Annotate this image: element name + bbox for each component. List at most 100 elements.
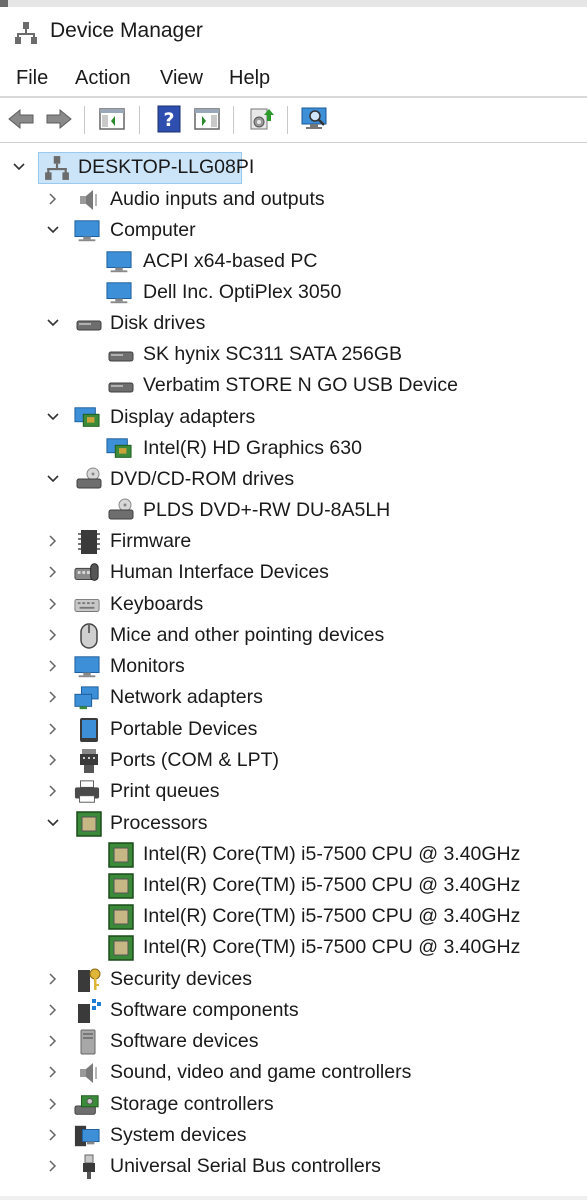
back-button[interactable]: [5, 104, 37, 134]
tree-item-security-devices[interactable]: Security devices: [0, 964, 587, 995]
tree-item-disk-drives[interactable]: Disk drives: [0, 308, 587, 339]
tree-item-label: Dell Inc. OptiPlex 3050: [143, 281, 342, 303]
tree-child-disk[interactable]: SK hynix SC311 SATA 256GB: [0, 339, 587, 370]
chevron-right-icon[interactable]: [44, 657, 62, 675]
show-hide-console-tree-button[interactable]: [96, 104, 128, 134]
menu-file[interactable]: File: [16, 67, 48, 90]
tree-item-label: Network adapters: [110, 686, 263, 708]
monitor-icon: [106, 251, 132, 273]
tree-item-dvd-drives[interactable]: DVD/CD-ROM drives: [0, 464, 587, 495]
chevron-right-icon[interactable]: [44, 1095, 62, 1113]
chevron-down-icon[interactable]: [44, 470, 62, 488]
scan-hardware-button[interactable]: [299, 104, 331, 134]
tree-item-label: Display adapters: [110, 406, 256, 428]
menu-bar: File Action View Help: [0, 59, 587, 97]
tree-root-label: DESKTOP-LLG08PI: [78, 156, 255, 178]
chevron-down-icon[interactable]: [44, 814, 62, 832]
chevron-right-icon[interactable]: [44, 532, 62, 550]
tree-child-processor[interactable]: Intel(R) Core(TM) i5-7500 CPU @ 3.40GHz: [0, 870, 587, 901]
chevron-right-icon[interactable]: [44, 626, 62, 644]
tree-child-disk[interactable]: Verbatim STORE N GO USB Device: [0, 370, 587, 401]
tree-item-computer[interactable]: Computer: [0, 215, 587, 246]
tree-item-system-devices[interactable]: System devices: [0, 1120, 587, 1151]
tree-item-label: Universal Serial Bus controllers: [110, 1155, 381, 1177]
tree-child-computer[interactable]: ACPI x64-based PC: [0, 246, 587, 277]
chevron-right-icon[interactable]: [44, 782, 62, 800]
tree-item-print-queues[interactable]: Print queues: [0, 776, 587, 807]
chevron-right-icon[interactable]: [44, 970, 62, 988]
chevron-right-icon[interactable]: [44, 190, 62, 208]
tree-item-portable-devices[interactable]: Portable Devices: [0, 714, 587, 745]
chevron-right-icon[interactable]: [44, 1126, 62, 1144]
tree-item-ports[interactable]: Ports (COM & LPT): [0, 745, 587, 776]
tree-item-monitors[interactable]: Monitors: [0, 651, 587, 682]
tree-item-software-components[interactable]: Software components: [0, 995, 587, 1026]
tree-item-label: System devices: [110, 1124, 247, 1146]
tree-item-keyboards[interactable]: Keyboards: [0, 589, 587, 620]
chevron-right-icon[interactable]: [44, 1032, 62, 1050]
console-tree-icon: [99, 108, 125, 130]
tree-item-mice[interactable]: Mice and other pointing devices: [0, 620, 587, 651]
tree-item-hid[interactable]: Human Interface Devices: [0, 557, 587, 588]
tree-item-label: Firmware: [110, 530, 192, 552]
tree-item-label: PLDS DVD+-RW DU-8A5LH: [143, 499, 391, 521]
processor-icon: [108, 904, 134, 930]
tree-item-label: Intel(R) Core(TM) i5-7500 CPU @ 3.40GHz: [143, 874, 521, 896]
toolbar-separator: [233, 106, 234, 134]
chevron-right-icon[interactable]: [44, 1001, 62, 1019]
tree-child-processor[interactable]: Intel(R) Core(TM) i5-7500 CPU @ 3.40GHz: [0, 932, 587, 963]
chevron-right-icon[interactable]: [44, 1063, 62, 1081]
chevron-right-icon[interactable]: [44, 751, 62, 769]
tree-item-sound-controllers[interactable]: Sound, video and game controllers: [0, 1057, 587, 1088]
window-bottom-border: [0, 1196, 587, 1200]
tree-item-display-adapters[interactable]: Display adapters: [0, 402, 587, 433]
forward-button[interactable]: [43, 104, 75, 134]
system-devices-icon: [74, 1125, 100, 1147]
storage-controller-icon: [74, 1095, 99, 1115]
tree-child-processor[interactable]: Intel(R) Core(TM) i5-7500 CPU @ 3.40GHz: [0, 901, 587, 932]
keyboard-icon: [74, 598, 100, 612]
processor-icon: [108, 873, 134, 899]
software-component-icon: [78, 999, 101, 1023]
tree-item-processors[interactable]: Processors: [0, 808, 587, 839]
tree-child-computer[interactable]: Dell Inc. OptiPlex 3050: [0, 277, 587, 308]
monitor-icon: [74, 220, 100, 242]
tree-item-network-adapters[interactable]: Network adapters: [0, 682, 587, 713]
tree-root[interactable]: DESKTOP-LLG08PI: [0, 152, 587, 184]
tree-child-dvd[interactable]: PLDS DVD+-RW DU-8A5LH: [0, 495, 587, 526]
chevron-right-icon[interactable]: [44, 688, 62, 706]
tree-item-firmware[interactable]: Firmware: [0, 526, 587, 557]
tree-item-software-devices[interactable]: Software devices: [0, 1026, 587, 1057]
tree-child-display[interactable]: Intel(R) HD Graphics 630: [0, 433, 587, 464]
window-title: Device Manager: [50, 19, 203, 42]
update-driver-icon: [250, 108, 274, 130]
chevron-right-icon[interactable]: [44, 595, 62, 613]
menu-help[interactable]: Help: [229, 67, 270, 90]
device-tree: DESKTOP-LLG08PI Audio inputs and outputs…: [0, 150, 587, 1190]
tree-child-processor[interactable]: Intel(R) Core(TM) i5-7500 CPU @ 3.40GHz: [0, 839, 587, 870]
menu-view[interactable]: View: [160, 67, 203, 90]
chevron-down-icon[interactable]: [44, 408, 62, 426]
update-driver-button[interactable]: [245, 104, 277, 134]
tree-item-label: Portable Devices: [110, 718, 258, 740]
chevron-down-icon[interactable]: [44, 221, 62, 239]
software-device-icon: [80, 1029, 96, 1055]
mouse-icon: [80, 623, 98, 649]
help-button[interactable]: ?: [153, 104, 185, 134]
chevron-right-icon[interactable]: [44, 563, 62, 581]
firmware-chip-icon: [78, 530, 100, 554]
chevron-right-icon[interactable]: [44, 1157, 62, 1175]
chevron-down-icon[interactable]: [10, 158, 28, 176]
chevron-right-icon[interactable]: [44, 720, 62, 738]
portable-device-icon: [80, 718, 98, 742]
tree-item-audio[interactable]: Audio inputs and outputs: [0, 184, 587, 215]
show-action-pane-button[interactable]: [191, 104, 223, 134]
tree-item-storage-controllers[interactable]: Storage controllers: [0, 1089, 587, 1120]
forward-arrow-icon: [46, 108, 72, 130]
menu-action[interactable]: Action: [75, 67, 131, 90]
tree-item-label: Intel(R) Core(TM) i5-7500 CPU @ 3.40GHz: [143, 905, 521, 927]
tree-item-usb-controllers[interactable]: Universal Serial Bus controllers: [0, 1151, 587, 1182]
tree-item-label: Intel(R) Core(TM) i5-7500 CPU @ 3.40GHz: [143, 936, 521, 958]
chevron-down-icon[interactable]: [44, 314, 62, 332]
tree-item-label: Verbatim STORE N GO USB Device: [143, 374, 458, 396]
